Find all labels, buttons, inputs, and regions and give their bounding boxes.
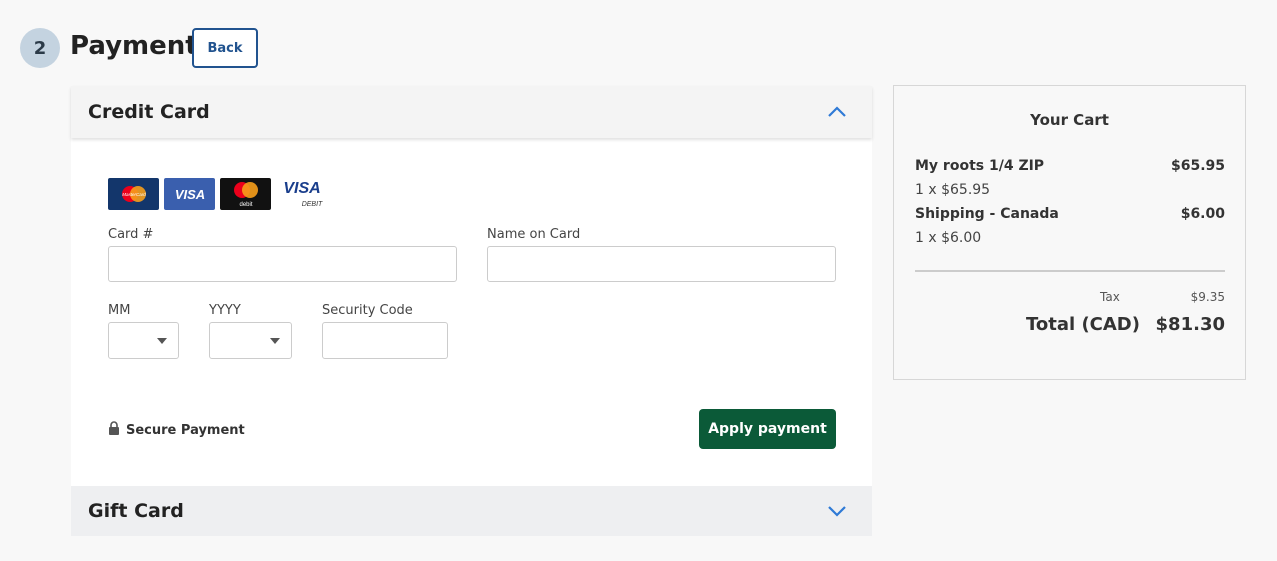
payment-panel: Credit Card MasterCard VISA debit VISA D… xyxy=(71,86,872,536)
cart-summary: Your Cart My roots 1/4 ZIP $65.95 1 x $6… xyxy=(893,85,1246,380)
month-label: MM xyxy=(108,303,131,318)
cart-item: My roots 1/4 ZIP $65.95 xyxy=(915,158,1225,174)
security-code-label: Security Code xyxy=(322,303,413,318)
tax-label: Tax xyxy=(1100,290,1120,304)
cart-divider xyxy=(915,270,1225,272)
credit-card-header[interactable]: Credit Card xyxy=(71,86,872,138)
mastercard-logo-text: MasterCard xyxy=(122,192,146,197)
visa-debit-debit-text: DEBIT xyxy=(301,201,322,208)
caret-down-icon xyxy=(157,338,167,344)
year-label: YYYY xyxy=(209,303,241,318)
chevron-down-icon[interactable] xyxy=(826,500,848,522)
cart-title: Your Cart xyxy=(1030,111,1109,129)
mastercard-debit-text: debit xyxy=(239,202,252,208)
card-logos: MasterCard VISA debit VISA DEBIT xyxy=(108,178,327,210)
step-number-badge: 2 xyxy=(20,28,60,68)
total-value: $81.30 xyxy=(1155,314,1225,335)
visa-debit-logo: VISA DEBIT xyxy=(276,178,327,210)
card-number-label: Card # xyxy=(108,227,154,242)
visa-logo-text: VISA xyxy=(174,187,204,202)
security-code-input[interactable] xyxy=(322,322,448,359)
visa-debit-visa-text: VISA xyxy=(283,180,320,197)
apply-payment-button[interactable]: Apply payment xyxy=(699,409,836,449)
secure-payment: Secure Payment xyxy=(108,421,245,439)
tax-value: $9.35 xyxy=(1190,290,1225,304)
name-on-card-label: Name on Card xyxy=(487,227,581,242)
visa-logo: VISA xyxy=(164,178,215,210)
credit-card-form: MasterCard VISA debit VISA DEBIT Card # … xyxy=(71,138,872,486)
caret-down-icon xyxy=(270,338,280,344)
secure-payment-text: Secure Payment xyxy=(126,422,245,438)
lock-icon xyxy=(108,421,120,439)
cart-item-qty: 1 x $6.00 xyxy=(915,230,982,246)
cart-item: Shipping - Canada $6.00 xyxy=(915,206,1225,222)
gift-card-header[interactable]: Gift Card xyxy=(71,486,872,536)
month-select[interactable] xyxy=(108,322,179,359)
credit-card-title: Credit Card xyxy=(88,101,210,123)
cart-item-price: $65.95 xyxy=(1170,158,1225,174)
cart-item-qty: 1 x $65.95 xyxy=(915,182,991,198)
mastercard-logo: MasterCard xyxy=(108,178,159,210)
total-label: Total (CAD) xyxy=(1026,314,1140,335)
card-number-input[interactable] xyxy=(108,246,457,282)
cart-item-name: My roots 1/4 ZIP xyxy=(915,158,1045,174)
name-on-card-input[interactable] xyxy=(487,246,836,282)
year-select[interactable] xyxy=(209,322,292,359)
mastercard-debit-logo: debit xyxy=(220,178,271,210)
chevron-up-icon[interactable] xyxy=(826,101,848,123)
cart-item-price: $6.00 xyxy=(1180,206,1225,222)
page-title: Payment xyxy=(70,31,198,61)
back-button[interactable]: Back xyxy=(192,28,258,68)
gift-card-title: Gift Card xyxy=(88,500,184,522)
cart-item-name: Shipping - Canada xyxy=(915,206,1059,222)
